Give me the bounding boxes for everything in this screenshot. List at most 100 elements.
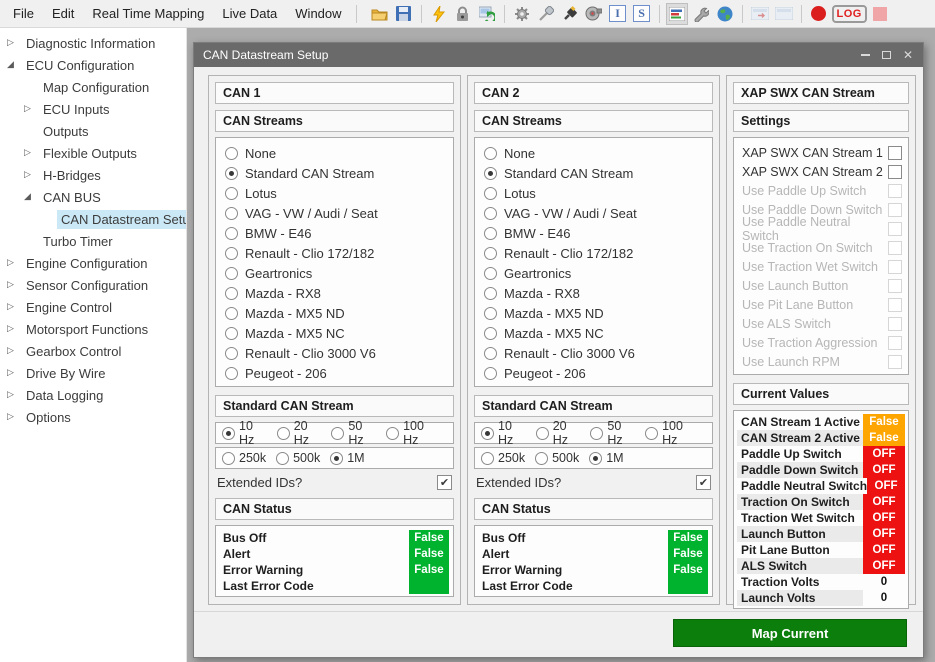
can-stream-option[interactable]: Lotus [216, 183, 453, 203]
tree-item[interactable]: Motorsport Functions [0, 318, 186, 340]
radio-button-icon[interactable] [484, 307, 497, 320]
can-stream-option[interactable]: Geartronics [475, 263, 712, 283]
map-sync-icon[interactable] [476, 3, 498, 25]
tree-item[interactable]: ECU Inputs [0, 98, 186, 120]
can-stream-option[interactable]: Geartronics [216, 263, 453, 283]
s-box-icon[interactable]: S [631, 3, 653, 25]
close-icon[interactable]: ✕ [903, 49, 913, 61]
tree-item-label[interactable]: Map Configuration [39, 78, 153, 97]
tree-item-label[interactable]: Flexible Outputs [39, 144, 141, 163]
baud-option[interactable]: 500k [535, 451, 579, 465]
tree-expander-icon[interactable] [7, 412, 22, 422]
tree-expander-icon[interactable] [7, 346, 22, 356]
tree-item-label[interactable]: Gearbox Control [22, 342, 125, 361]
menu-item[interactable]: Edit [43, 2, 83, 25]
can-stream-option[interactable]: Mazda - MX5 ND [475, 303, 712, 323]
can-stream-option[interactable]: Renault - Clio 172/182 [216, 243, 453, 263]
tree-item-label[interactable]: CAN Datastream Setup [57, 210, 187, 229]
can-stream-option[interactable]: Renault - Clio 3000 V6 [216, 343, 453, 363]
baud-option[interactable]: 500k [276, 451, 320, 465]
setting-checkbox[interactable] [888, 298, 902, 312]
tree-item-label[interactable]: Motorsport Functions [22, 320, 152, 339]
radio-button-icon[interactable] [484, 227, 497, 240]
detach-window-icon[interactable] [749, 3, 771, 25]
tree-item[interactable]: H-Bridges [0, 164, 186, 186]
setting-checkbox[interactable] [888, 279, 902, 293]
menu-item[interactable]: Window [286, 2, 350, 25]
setting-checkbox[interactable] [888, 241, 902, 255]
radio-button-icon[interactable] [484, 207, 497, 220]
chart-icon[interactable] [666, 3, 688, 25]
radio-button-icon[interactable] [225, 367, 238, 380]
can-stream-option[interactable]: Mazda - MX5 NC [216, 323, 453, 343]
rate-option[interactable]: 50 Hz [331, 419, 376, 447]
setting-checkbox[interactable] [888, 184, 902, 198]
map-current-button[interactable]: Map Current [673, 619, 907, 647]
record-icon[interactable] [808, 3, 830, 25]
tree-item[interactable]: Diagnostic Information [0, 32, 186, 54]
radio-button-icon[interactable] [225, 287, 238, 300]
radio-button-icon[interactable] [225, 347, 238, 360]
tree-expander-icon[interactable] [7, 302, 22, 312]
can-stream-option[interactable]: Lotus [475, 183, 712, 203]
can-stream-option[interactable]: None [475, 143, 712, 163]
can-stream-option[interactable]: Mazda - RX8 [475, 283, 712, 303]
save-icon[interactable] [393, 3, 415, 25]
lightning-icon[interactable] [428, 3, 450, 25]
can-stream-option[interactable]: Renault - Clio 172/182 [475, 243, 712, 263]
tree-item[interactable]: Sensor Configuration [0, 274, 186, 296]
radio-button-icon[interactable] [590, 427, 603, 440]
tree-item[interactable]: Drive By Wire [0, 362, 186, 384]
rate-option[interactable]: 50 Hz [590, 419, 635, 447]
stop-icon[interactable] [869, 3, 891, 25]
tree-item-label[interactable]: ECU Configuration [22, 56, 138, 75]
tree-item-label[interactable]: Engine Configuration [22, 254, 151, 273]
tree-expander-icon[interactable] [7, 390, 22, 400]
tree-expander-icon[interactable] [24, 148, 39, 158]
tree-item-label[interactable]: Data Logging [22, 386, 107, 405]
rate-option[interactable]: 100 Hz [645, 419, 696, 447]
menu-item[interactable]: File [4, 2, 43, 25]
radio-button-icon[interactable] [225, 207, 238, 220]
rate-option[interactable]: 10 Hz [222, 419, 267, 447]
radio-button-icon[interactable] [484, 187, 497, 200]
radio-button-icon[interactable] [484, 147, 497, 160]
globe-icon[interactable] [714, 3, 736, 25]
maximize-icon[interactable] [882, 51, 891, 59]
tree-item-label[interactable]: Sensor Configuration [22, 276, 152, 295]
rate-option[interactable]: 100 Hz [386, 419, 437, 447]
tree-item[interactable]: Engine Configuration [0, 252, 186, 274]
log-button[interactable]: LOG [832, 3, 867, 25]
tree-expander-icon[interactable] [24, 104, 39, 114]
tree-item[interactable]: Gearbox Control [0, 340, 186, 362]
setting-checkbox[interactable] [888, 203, 902, 217]
radio-button-icon[interactable] [481, 452, 494, 465]
tree-item[interactable]: Data Logging [0, 384, 186, 406]
gear-icon[interactable] [511, 3, 533, 25]
radio-button-icon[interactable] [225, 267, 238, 280]
can-stream-option[interactable]: Renault - Clio 3000 V6 [475, 343, 712, 363]
tree-item-label[interactable]: Diagnostic Information [22, 34, 159, 53]
radio-button-icon[interactable] [484, 167, 497, 180]
radio-button-icon[interactable] [225, 187, 238, 200]
radio-button-icon[interactable] [645, 427, 658, 440]
menu-item[interactable]: Real Time Mapping [83, 2, 213, 25]
extended-ids-checkbox[interactable] [437, 475, 452, 490]
can-stream-option[interactable]: BMW - E46 [475, 223, 712, 243]
radio-button-icon[interactable] [225, 307, 238, 320]
radio-button-icon[interactable] [331, 427, 344, 440]
tree-item[interactable]: Flexible Outputs [0, 142, 186, 164]
screwdriver-icon[interactable] [535, 3, 557, 25]
baud-option[interactable]: 1M [589, 451, 623, 465]
radio-button-icon[interactable] [276, 452, 289, 465]
tree-item-label[interactable]: ECU Inputs [39, 100, 113, 119]
radio-button-icon[interactable] [484, 247, 497, 260]
setting-checkbox[interactable] [888, 260, 902, 274]
wrench-icon[interactable] [690, 3, 712, 25]
rate-option[interactable]: 20 Hz [536, 419, 581, 447]
menu-item[interactable]: Live Data [213, 2, 286, 25]
baud-option[interactable]: 250k [481, 451, 525, 465]
can-stream-option[interactable]: BMW - E46 [216, 223, 453, 243]
radio-button-icon[interactable] [481, 427, 494, 440]
i-box-icon[interactable]: I [607, 3, 629, 25]
